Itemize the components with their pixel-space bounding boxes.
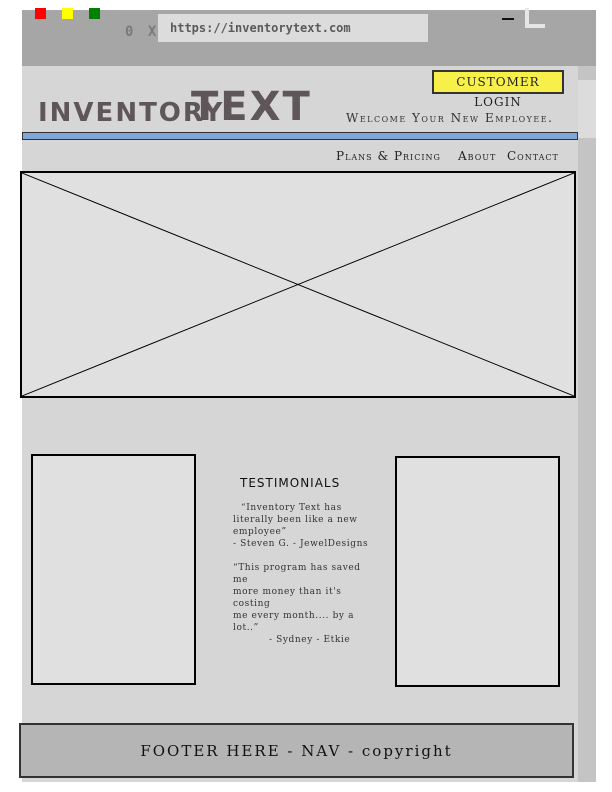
quote-line: “Inventory Text has	[241, 503, 342, 513]
address-bar[interactable]: https://inventorytext.com	[158, 14, 428, 42]
quote-line: me	[233, 575, 249, 585]
quote-line: employee”	[233, 527, 287, 537]
maximize-window-button[interactable]	[89, 8, 100, 19]
quote-line: lot..”	[233, 623, 259, 633]
footer-text[interactable]: FOOTER HERE - NAV - copyright	[21, 742, 572, 760]
footer: FOOTER HERE - NAV - copyright	[19, 723, 574, 778]
close-window-button[interactable]	[35, 8, 46, 19]
minimize-window-button[interactable]	[62, 8, 73, 19]
header-divider	[22, 132, 578, 140]
quote-line: literally been like a new	[233, 515, 358, 525]
nav-plans-pricing[interactable]: Plans & Pricing	[336, 149, 441, 163]
scrollbar-thumb[interactable]	[578, 80, 596, 138]
testimonials-heading: TESTIMONIALS	[240, 476, 341, 490]
quote-author: - Sydney - Etkie	[269, 635, 351, 645]
logo-text-text[interactable]: TEXT	[191, 84, 312, 130]
quote-line: more money than it's	[233, 587, 342, 597]
scrollbar[interactable]	[578, 66, 596, 782]
right-image-placeholder	[395, 456, 560, 687]
minimize-icon[interactable]	[502, 18, 514, 20]
nav-about[interactable]: About	[458, 149, 496, 163]
tagline: Welcome Your New Employee.	[346, 111, 554, 125]
hero-image-placeholder	[20, 171, 576, 398]
testimonial-quote: “This program has saved me more money th…	[233, 562, 361, 646]
quote-line: costing	[233, 599, 271, 609]
browser-nav-controls[interactable]: 0 X	[125, 24, 159, 40]
image-placeholder-icon	[22, 173, 574, 396]
nav-contact[interactable]: Contact	[507, 149, 559, 163]
testimonial-quote: “Inventory Text has literally been like …	[233, 502, 368, 550]
quote-author: - Steven G. - JewelDesigns	[233, 539, 369, 549]
quote-line: me every month.... by a	[233, 611, 355, 621]
url-text: https://inventorytext.com	[170, 21, 351, 35]
left-image-placeholder	[31, 454, 196, 685]
customer-login-button[interactable]: CUSTOMER LOGIN	[432, 70, 564, 109]
restore-icon[interactable]	[525, 8, 545, 28]
quote-line: “This program has saved	[233, 563, 361, 573]
